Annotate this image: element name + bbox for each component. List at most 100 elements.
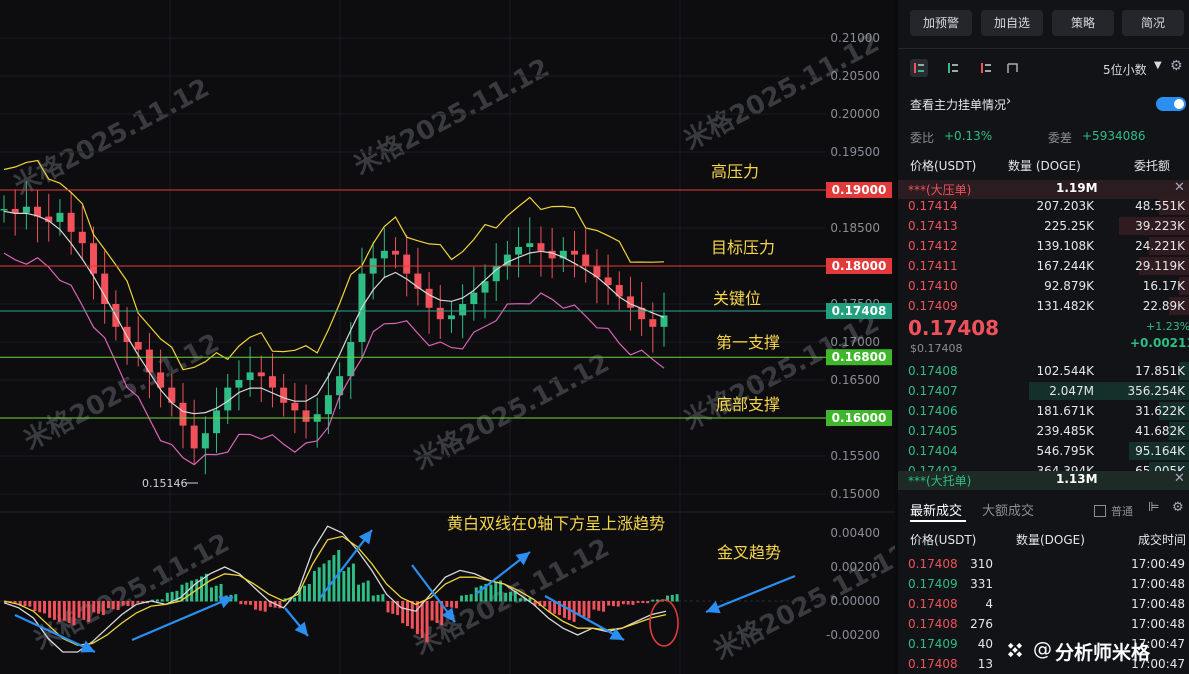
macd-histogram-bar bbox=[597, 601, 601, 611]
overview-button[interactable]: 简况 bbox=[1122, 10, 1184, 36]
candle-body bbox=[447, 315, 455, 320]
change-pct: +1.23% bbox=[1146, 320, 1189, 333]
macd-histogram-bar bbox=[126, 601, 130, 607]
ask-row[interactable]: 0.17412 139.108K 24.221K bbox=[898, 236, 1189, 256]
filter-icon[interactable]: ⊫ bbox=[1148, 500, 1159, 515]
ask-qty: 92.879K bbox=[1044, 279, 1094, 293]
depth-toggle[interactable] bbox=[1156, 97, 1186, 111]
trade-qty: 13 bbox=[977, 657, 993, 671]
col-qty[interactable]: 数量 (DOGE) bbox=[1008, 156, 1081, 176]
candle-body bbox=[582, 254, 590, 266]
macd-histogram-bar bbox=[626, 601, 630, 605]
watermark-text: 米格2025.11.12 bbox=[349, 52, 555, 181]
ask-row[interactable]: 0.17414 207.203K 48.551K bbox=[898, 196, 1189, 216]
trade-row[interactable]: 0.17409 331 17:00:48 bbox=[898, 574, 1189, 594]
settings-icon[interactable]: ⚙ bbox=[1170, 58, 1183, 74]
bid-row[interactable]: 0.17407 2.047M 356.254K bbox=[898, 381, 1189, 401]
both-sides-view-icon[interactable] bbox=[910, 59, 928, 77]
trade-row[interactable]: 0.17408 310 17:00:49 bbox=[898, 554, 1189, 574]
macd-histogram-bar bbox=[641, 601, 645, 604]
trade-price: 0.17409 bbox=[908, 637, 958, 651]
tab-latest-trades[interactable]: 最新成交 bbox=[910, 500, 962, 519]
ask-row[interactable]: 0.17409 131.482K 22.89K bbox=[898, 296, 1189, 316]
close-icon[interactable]: ✕ bbox=[1174, 471, 1185, 486]
trend-arrow bbox=[131, 595, 234, 642]
candle-body bbox=[425, 288, 433, 308]
depth-view-icon[interactable] bbox=[1004, 59, 1022, 77]
trade-price: 0.17409 bbox=[908, 577, 958, 591]
candle-body bbox=[526, 243, 534, 247]
bid-row[interactable]: 0.17408 102.544K 17.851K bbox=[898, 361, 1189, 381]
big-bid-row[interactable]: ***(大托单) 1.13M ✕ bbox=[898, 471, 1189, 490]
depth-title[interactable]: 查看主力挂单情况 bbox=[910, 96, 1006, 113]
macd-histogram-bar bbox=[435, 601, 439, 623]
bid-row[interactable]: 0.17406 181.671K 31.622K bbox=[898, 401, 1189, 421]
strategy-button[interactable]: 策略 bbox=[1052, 10, 1114, 36]
ask-row[interactable]: 0.17413 225.25K 39.223K bbox=[898, 216, 1189, 236]
settings-icon[interactable]: ⚙ bbox=[1172, 500, 1184, 515]
bid-qty: 2.047M bbox=[1049, 384, 1094, 398]
level-tag-text: 0.18000 bbox=[832, 259, 887, 273]
add-favorite-button[interactable]: 加自选 bbox=[981, 10, 1043, 36]
ask-row[interactable]: 0.17410 92.879K 16.17K bbox=[898, 276, 1189, 296]
col-total[interactable]: 委托额 bbox=[1134, 156, 1170, 176]
trade-price: 0.17408 bbox=[908, 617, 958, 631]
kline-chart[interactable]: 米格2025.11.12 米格2025.11.12 米格2025.11.12 米格20… bbox=[0, 0, 895, 674]
bid-price: 0.17406 bbox=[908, 404, 958, 418]
watermark-text: 米格2025.11.12 bbox=[679, 27, 885, 156]
close-icon[interactable]: ✕ bbox=[1174, 180, 1185, 195]
macd-histogram-bar bbox=[582, 601, 586, 617]
macd-histogram-bar bbox=[675, 594, 679, 602]
trade-price: 0.17408 bbox=[908, 557, 958, 571]
ask-row[interactable]: 0.17411 167.244K 29.119K bbox=[898, 256, 1189, 276]
macd-histogram-bar bbox=[347, 567, 351, 602]
ask-qty: 207.203K bbox=[1036, 199, 1095, 213]
bid-total: 31.622K bbox=[1135, 404, 1185, 418]
big-bid-value: 1.13M bbox=[1056, 472, 1098, 486]
macd-histogram-bar bbox=[631, 601, 635, 605]
ask-price: 0.17409 bbox=[908, 299, 958, 313]
candle-body bbox=[22, 206, 30, 213]
tab-large-trades[interactable]: 大额成交 bbox=[982, 500, 1034, 519]
candle-body bbox=[459, 304, 467, 316]
bids-view-icon[interactable] bbox=[944, 59, 962, 77]
candle-body bbox=[257, 372, 265, 377]
ask-price: 0.17414 bbox=[908, 199, 958, 213]
candle-body bbox=[134, 342, 142, 350]
macd-histogram-bar bbox=[307, 584, 311, 602]
bid-price: 0.17408 bbox=[908, 364, 958, 378]
macd-histogram-bar bbox=[508, 591, 512, 602]
macd-histogram-bar bbox=[101, 601, 105, 616]
bid-price: 0.17404 bbox=[908, 444, 958, 458]
bid-row[interactable]: 0.17404 546.795K 95.164K bbox=[898, 441, 1189, 461]
level-tag-text: 0.17408 bbox=[832, 304, 887, 318]
ratio-label: 委比 bbox=[910, 131, 935, 145]
candle-body bbox=[67, 212, 75, 232]
macd-histogram-bar bbox=[445, 601, 449, 607]
macd-histogram-bar bbox=[254, 601, 258, 610]
add-alert-button[interactable]: 加预警 bbox=[910, 10, 972, 36]
level-tag-text: 0.19000 bbox=[832, 183, 887, 197]
decimal-select[interactable]: 5位小数 bbox=[1103, 61, 1147, 78]
ask-total: 16.17K bbox=[1142, 279, 1185, 293]
macd-histogram-bar bbox=[87, 601, 91, 622]
normal-checkbox[interactable] bbox=[1094, 505, 1106, 517]
trade-row[interactable]: 0.17408 4 17:00:48 bbox=[898, 594, 1189, 614]
candle-body bbox=[324, 395, 332, 415]
macd-histogram-bar bbox=[592, 601, 596, 610]
macd-histogram-bar bbox=[636, 601, 640, 603]
trade-row[interactable]: 0.17408 276 17:00:48 bbox=[898, 614, 1189, 634]
macd-histogram-bar bbox=[376, 594, 380, 602]
last-price-usd: $0.17408 bbox=[910, 342, 963, 355]
bid-qty: 102.544K bbox=[1036, 364, 1095, 378]
macd-histogram-bar bbox=[67, 601, 71, 623]
candle-body bbox=[302, 410, 310, 422]
level-tag-text: 0.16800 bbox=[832, 350, 887, 364]
ask-total: 48.551K bbox=[1135, 199, 1185, 213]
chart-area[interactable]: 米格2025.11.12 米格2025.11.12 米格2025.11.12 米格20… bbox=[0, 0, 895, 674]
trade-col-qty[interactable]: 数量(DOGE) bbox=[1016, 530, 1085, 550]
macd-histogram-bar bbox=[494, 582, 498, 602]
macd-histogram-bar bbox=[450, 601, 454, 608]
asks-view-icon[interactable] bbox=[977, 59, 995, 77]
bid-row[interactable]: 0.17405 239.485K 41.682K bbox=[898, 421, 1189, 441]
